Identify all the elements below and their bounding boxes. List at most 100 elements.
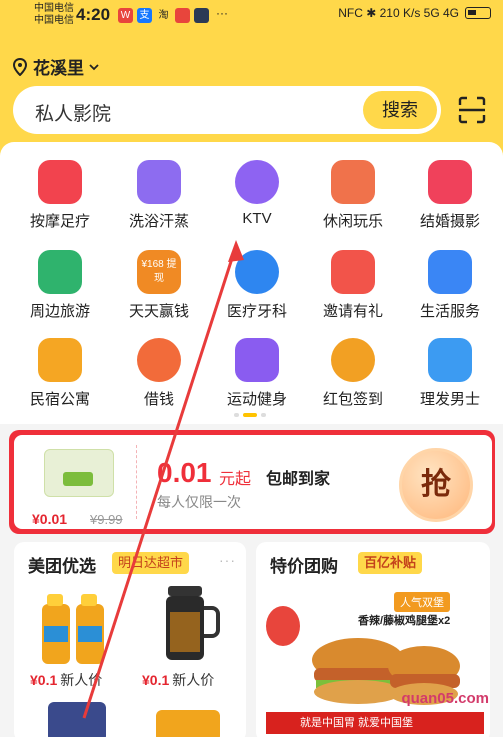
clock: 4:20 [76,5,111,24]
banner-footer: 就是中国胃 就爱中国堡 [266,712,484,734]
category-item[interactable]: 医疗牙科 [209,250,305,321]
category-label: 借钱 [143,391,174,408]
page-dot [261,413,266,417]
category-item[interactable]: 邀请有礼 [305,250,401,321]
card-tag: 明日达超市 [112,552,190,574]
category-item[interactable]: KTV [209,160,305,227]
more-notifications-icon: ··· [216,6,228,20]
category-label: 周边旅游 [29,303,90,320]
card-tag: 百亿补贴 [358,552,423,574]
entertainment-icon [331,160,375,204]
app-icon-2 [194,8,209,23]
category-item[interactable]: 理发男士 [402,338,498,409]
header: 中国电信 中国电信 4:20 W 支 淘 ··· NFC ✱ 210 K/s 5… [0,0,503,160]
gift-icon [331,250,375,294]
dumbbell-icon [235,338,279,382]
promo-limit: 每人仅限一次 [157,494,241,510]
app-icon [175,8,190,23]
category-item[interactable]: 周边旅游 [12,250,108,321]
category-label: KTV [242,210,272,227]
promo-headline-price: 0.01 [157,457,212,488]
microphone-icon [235,160,279,204]
product-image-juice[interactable] [156,710,220,737]
card-title: 美团优选 [28,557,96,576]
promo-shipping: 包邮到家 [266,471,331,488]
notification-icon: W [118,8,133,23]
location-pin-icon [12,57,28,76]
bath-icon [137,160,181,204]
category-item[interactable]: 红包签到 [305,338,401,409]
search-button[interactable]: 搜索 [363,91,437,129]
category-label: 天天赢钱 [128,303,189,320]
medical-icon [235,250,279,294]
category-item[interactable]: 生活服务 [402,250,498,321]
chili-badge [266,606,300,646]
money-bag-icon [331,338,375,382]
category-label: 民宿公寓 [29,391,90,408]
youxuan-card[interactable]: 美团优选 明日达超市 ··· ¥0.1 新人价 ¥0.1 新人价 [14,542,246,737]
taobao-icon: 淘 [158,10,169,21]
promo-card: ¥0.01 ¥9.99 0.01 元起 包邮到家 每人仅限一次 抢 [14,435,492,529]
product-price: ¥0.1 新人价 [142,672,215,688]
tuangou-card[interactable]: 特价团购 百亿补贴 人气双堡 香辣/藤椒鸡腿堡x2 就是中国胃 就爱中国堡 [256,542,490,737]
location-selector[interactable]: 花溪里 [12,54,99,79]
product-image-oil[interactable] [48,702,106,737]
house-icon [38,338,82,382]
status-bar: 中国电信 中国电信 4:20 W 支 淘 ··· NFC ✱ 210 K/s 5… [0,0,503,34]
promo-banner[interactable]: ¥0.01 ¥9.99 0.01 元起 包邮到家 每人仅限一次 抢 [9,430,495,534]
banner-text: 香辣/藤椒鸡腿堡x2 [358,615,451,627]
wallet-icon [137,338,181,382]
palm-tree-icon [38,250,82,294]
promo-unit: 元起 [219,471,252,488]
category-label: 理发男士 [419,391,480,408]
promo-original-price: ¥9.99 [90,512,123,527]
category-item[interactable]: 结婚摄影 [402,160,498,231]
watermark: quan05.com [401,690,489,707]
category-label: 结婚摄影 [419,213,480,230]
foot-icon [38,160,82,204]
carrier-info: 中国电信 中国电信 [34,3,74,27]
product-image-cup[interactable] [156,582,222,666]
burger-ad-banner[interactable]: 人气双堡 香辣/藤椒鸡腿堡x2 就是中国胃 就爱中国堡 [266,586,484,734]
category-label: 邀请有礼 [322,303,383,320]
carrier-2: 中国电信 [34,15,74,26]
battery-icon [465,7,491,19]
grab-button[interactable]: 抢 [399,448,473,522]
tissue-product-image [44,449,114,497]
category-label: 医疗牙科 [226,303,287,320]
category-label: 洗浴汗蒸 [128,213,189,230]
page-dot-active [243,413,257,417]
category-grid: 按摩足疗 洗浴汗蒸 KTV 休闲玩乐 结婚摄影 周边旅游 ¥168 提现 天天赢钱 医疗牙科 邀请… [0,142,503,424]
divider [136,445,137,519]
page-indicator [234,413,266,417]
category-item[interactable]: ¥168 提现天天赢钱 [111,250,207,321]
carrier-1: 中国电信 [34,3,74,14]
coupon-icon: ¥168 提现 [137,250,181,294]
tools-icon [428,250,472,294]
category-item[interactable]: 民宿公寓 [12,338,108,409]
category-item[interactable]: 休闲玩乐 [305,160,401,231]
alipay-icon: 支 [137,8,152,23]
category-item[interactable]: 洗浴汗蒸 [111,160,207,231]
promo-price: ¥0.01 [32,511,68,527]
product-price: ¥0.1 新人价 [30,672,103,688]
network-info: NFC ✱ 210 K/s 5G 4G [338,6,459,20]
category-label: 生活服务 [419,303,480,320]
category-item[interactable]: 按摩足疗 [12,160,108,231]
page-dot [234,413,239,417]
category-label: 运动健身 [226,391,287,408]
more-icon[interactable]: ··· [219,552,236,568]
search-input[interactable]: 私人影院 搜索 [13,86,441,134]
heart-icon [428,160,472,204]
category-item[interactable]: 借钱 [111,338,207,409]
location-label: 花溪里 [33,59,84,78]
category-item[interactable]: 运动健身 [209,338,305,409]
search-placeholder: 私人影院 [35,104,112,125]
product-image-tea[interactable] [38,590,110,666]
barber-icon [428,338,472,382]
scan-icon[interactable] [458,96,486,124]
category-label: 休闲玩乐 [322,213,383,230]
category-label: 红包签到 [322,391,383,408]
status-right: NFC ✱ 210 K/s 5G 4G [338,6,491,20]
category-label: 按摩足疗 [29,213,90,230]
